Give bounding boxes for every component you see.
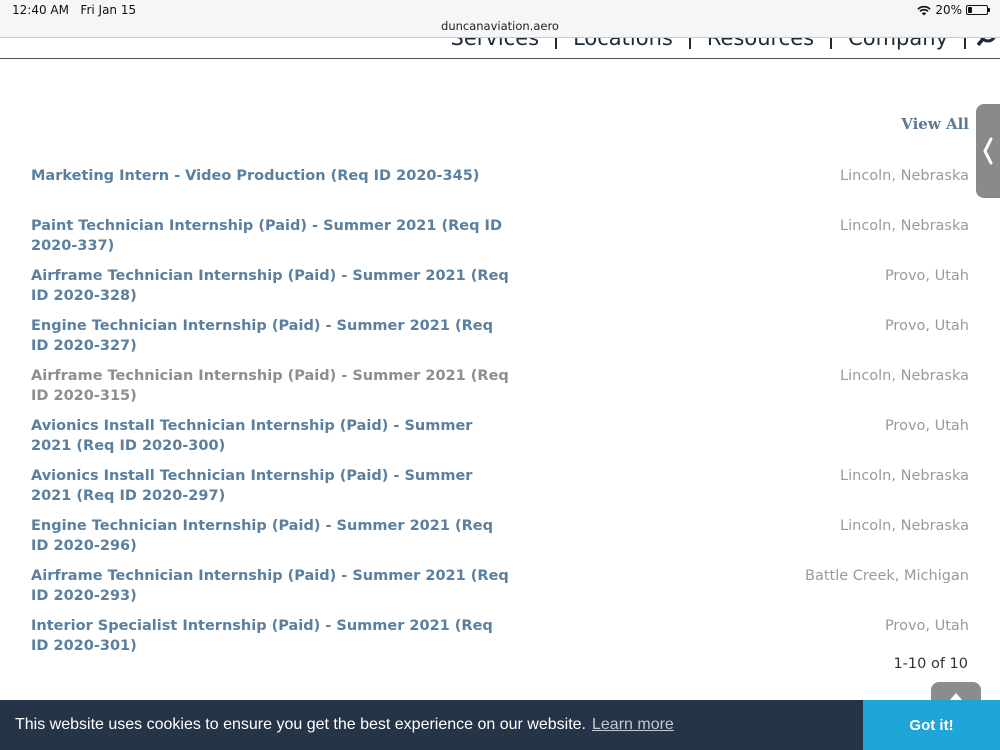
job-row: Engine Technician Internship (Paid) - Su… (31, 316, 969, 366)
job-list: Marketing Intern - Video Production (Req… (31, 166, 969, 666)
search-icon[interactable] (976, 38, 1000, 52)
job-title-link[interactable]: Marketing Intern - Video Production (Req… (31, 166, 511, 186)
job-location: Lincoln, Nebraska (840, 368, 969, 384)
url-text[interactable]: duncanaviation.aero (0, 19, 1000, 33)
job-row: Marketing Intern - Video Production (Req… (31, 166, 969, 216)
chevron-left-icon (983, 137, 993, 165)
job-row: Engine Technician Internship (Paid) - Su… (31, 516, 969, 566)
nav-resources[interactable]: Resources (691, 38, 830, 52)
status-time: 12:40 AM Fri Jan 15 (12, 3, 136, 17)
battery-icon (966, 5, 990, 15)
job-location: Lincoln, Nebraska (840, 168, 969, 184)
job-location: Provo, Utah (884, 418, 969, 434)
status-right: 20% (917, 3, 990, 17)
battery-percent: 20% (935, 3, 962, 17)
job-location: Lincoln, Nebraska (840, 218, 969, 234)
job-location: Provo, Utah (884, 268, 969, 284)
job-location: Provo, Utah (884, 318, 969, 334)
learn-more-link[interactable]: Learn more (592, 716, 674, 733)
job-title-link[interactable]: Paint Technician Internship (Paid) - Sum… (31, 216, 511, 256)
status-bar: 12:40 AM Fri Jan 15 20% duncanaviation.a… (0, 0, 1000, 38)
job-title-link[interactable]: Engine Technician Internship (Paid) - Su… (31, 516, 511, 556)
job-title-link[interactable]: Airframe Technician Internship (Paid) - … (31, 366, 511, 406)
job-title-link[interactable]: Airframe Technician Internship (Paid) - … (31, 566, 511, 606)
pagination-count: 1-10 of 10 (893, 656, 968, 672)
side-panel-tab[interactable] (976, 104, 1000, 198)
nav-locations[interactable]: Locations (557, 38, 689, 52)
job-location: Lincoln, Nebraska (840, 468, 969, 484)
job-row: Interior Specialist Internship (Paid) - … (31, 616, 969, 666)
got-it-button[interactable]: Got it! (863, 700, 1000, 750)
job-row: Airframe Technician Internship (Paid) - … (31, 566, 969, 616)
nav-company[interactable]: Company (832, 38, 964, 52)
job-title-link[interactable]: Avionics Install Technician Internship (… (31, 416, 511, 456)
job-title-link[interactable]: Airframe Technician Internship (Paid) - … (31, 266, 511, 306)
job-row: Paint Technician Internship (Paid) - Sum… (31, 216, 969, 266)
job-title-link[interactable]: Interior Specialist Internship (Paid) - … (31, 616, 511, 656)
job-location: Battle Creek, Michigan (805, 568, 969, 584)
job-title-link[interactable]: Engine Technician Internship (Paid) - Su… (31, 316, 511, 356)
job-title-link[interactable]: Avionics Install Technician Internship (… (31, 466, 511, 506)
job-row: Avionics Install Technician Internship (… (31, 416, 969, 466)
cookie-text: This website uses cookies to ensure you … (15, 716, 586, 733)
nav-divider (964, 38, 966, 49)
job-row: Airframe Technician Internship (Paid) - … (31, 266, 969, 316)
job-row: Airframe Technician Internship (Paid) - … (31, 366, 969, 416)
wifi-icon (917, 5, 931, 15)
job-location: Provo, Utah (884, 618, 969, 634)
job-location: Lincoln, Nebraska (840, 518, 969, 534)
nav-items: Services Locations Resources Company (435, 38, 1000, 52)
nav-services[interactable]: Services (435, 38, 556, 52)
time-text: 12:40 AM (12, 3, 69, 17)
date-text: Fri Jan 15 (80, 3, 137, 17)
site-nav: Services Locations Resources Company (0, 38, 1000, 59)
view-all-link[interactable]: View All (901, 115, 969, 133)
cookie-banner: This website uses cookies to ensure you … (0, 700, 1000, 750)
cookie-message: This website uses cookies to ensure you … (15, 716, 674, 734)
job-row: Avionics Install Technician Internship (… (31, 466, 969, 516)
